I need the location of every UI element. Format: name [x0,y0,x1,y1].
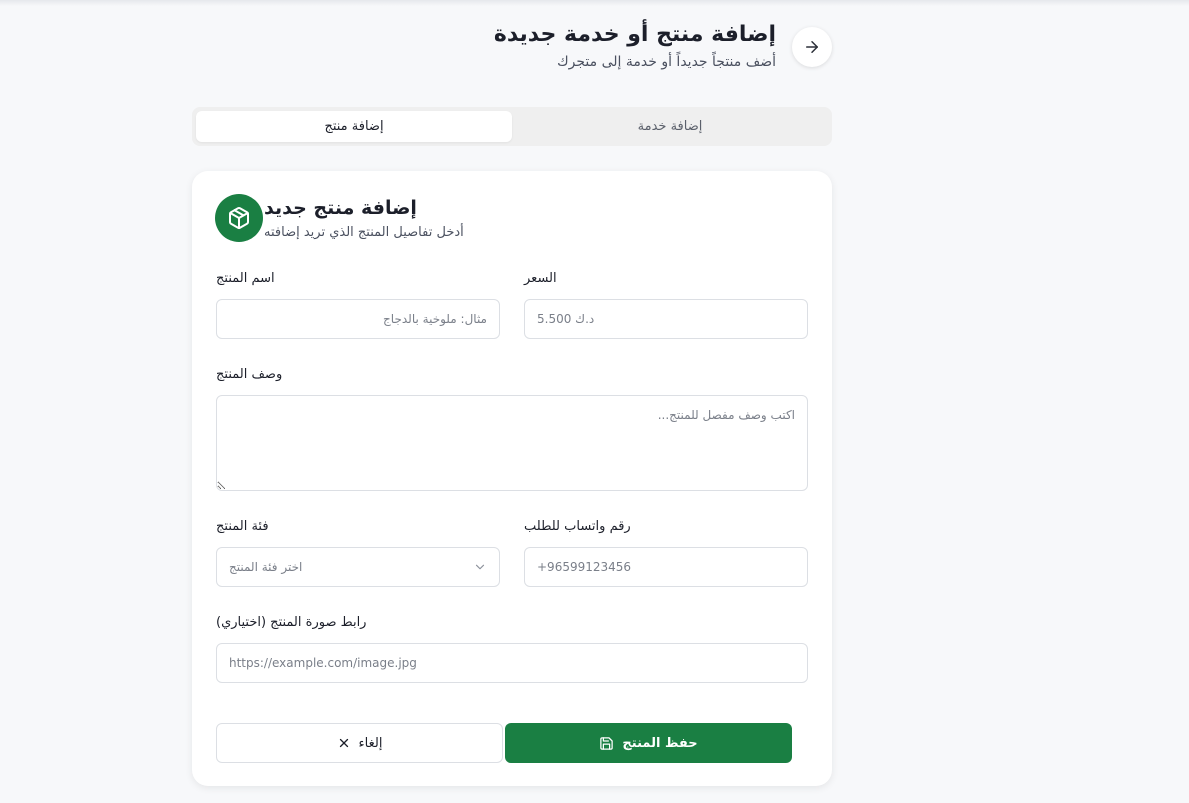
close-icon [339,738,348,748]
whatsapp-input[interactable] [524,547,808,587]
package-icon [215,194,263,242]
page-title: إضافة منتج أو خدمة جديدة [493,22,776,47]
description-textarea[interactable] [216,395,808,491]
card-subtitle: أدخل تفاصيل المنتج الذي تريد إضافته [264,225,464,240]
save-icon [600,736,614,750]
product-name-label: اسم المنتج [216,271,275,286]
whatsapp-label: رقم واتساب للطلب [524,519,631,534]
image-url-input[interactable] [216,643,808,683]
chevron-down-icon [473,560,487,574]
arrow-right-icon [806,41,818,53]
page-header: إضافة منتج أو خدمة جديدة أضف منتجاً جديد… [480,22,832,78]
cancel-button[interactable]: إلغاء [216,723,503,763]
price-input[interactable] [524,299,808,339]
category-label: فئة المنتج [216,519,269,534]
price-label: السعر [524,271,557,286]
product-form-card: إضافة منتج جديد أدخل تفاصيل المنتج الذي … [192,171,832,786]
product-name-input[interactable] [216,299,500,339]
description-label: وصف المنتج [216,367,283,382]
image-url-label: رابط صورة المنتج (اختياري) [216,615,367,630]
tab-add-product[interactable]: إضافة منتج [196,111,512,142]
back-button[interactable] [792,27,832,67]
tab-bar: إضافة منتج إضافة خدمة [192,107,832,146]
tab-add-service[interactable]: إضافة خدمة [512,111,828,142]
save-product-button[interactable]: حفظ المنتج [505,723,792,763]
top-bar-shadow [0,0,1189,6]
save-button-label: حفظ المنتج [622,735,698,751]
page-subtitle: أضف منتجاً جديداً أو خدمة إلى متجرك [557,54,776,70]
card-title: إضافة منتج جديد [264,197,417,219]
category-select[interactable]: اختر فئة المنتج [216,547,500,587]
category-select-value: اختر فئة المنتج [229,560,303,574]
cancel-button-label: إلغاء [358,735,383,751]
